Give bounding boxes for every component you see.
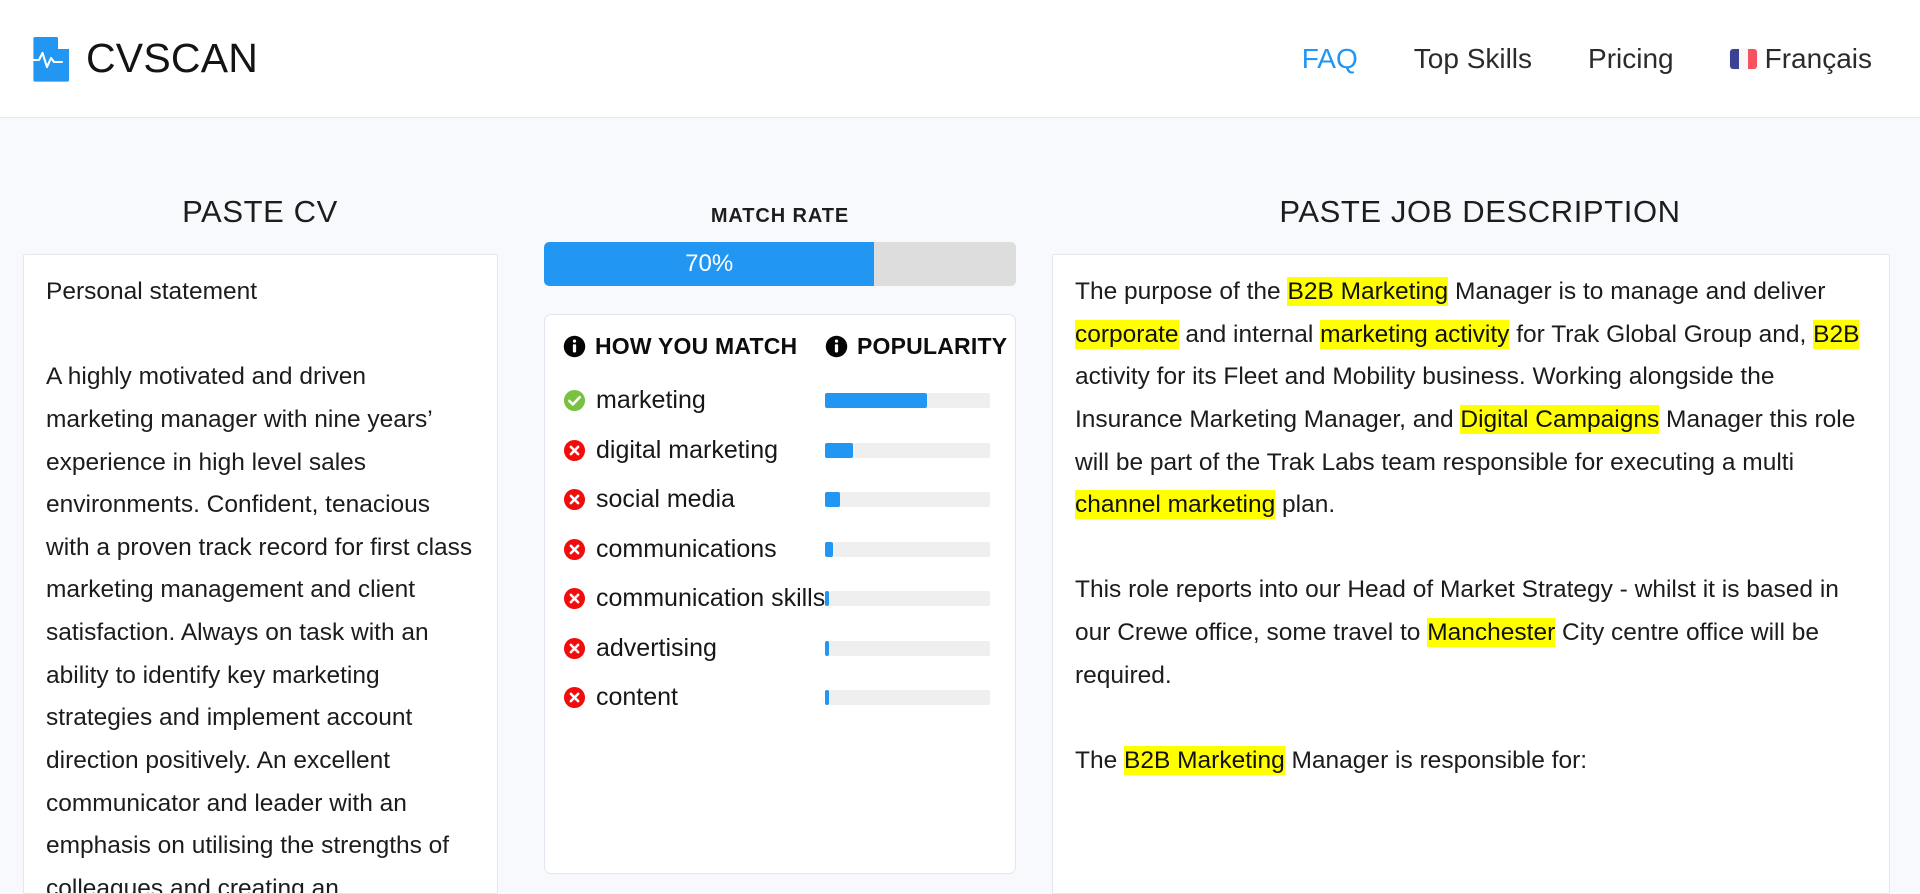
job-description-text: Manager is responsible for: [1284, 746, 1588, 774]
popularity-bar-fill [825, 492, 840, 508]
highlighted-keyword: B2B Marketing [1124, 745, 1285, 775]
flag-france-icon [1729, 48, 1757, 69]
check-circle-icon [563, 389, 586, 412]
popularity-bar [825, 442, 990, 458]
popularity-label: POPULARITY [857, 333, 1008, 359]
skill-label: marketing [596, 386, 706, 415]
skill-row: communications [545, 525, 1015, 575]
paste-job-description-title: PASTE JOB DESCRIPTION [1279, 194, 1681, 229]
popularity-bar [825, 690, 990, 706]
popularity-bar [825, 393, 990, 409]
how-you-match-header: HOW YOU MATCH [563, 333, 825, 360]
main-content: PASTE CV Personal statement A highly mot… [0, 118, 1920, 894]
match-rate-value: 70% [685, 250, 734, 277]
paste-job-description-column: PASTE JOB DESCRIPTION The purpose of the… [1040, 118, 1920, 894]
skill-row: digital marketing [545, 426, 1015, 476]
skill-name-cell: advertising [563, 634, 825, 663]
language-label: Français [1764, 42, 1872, 74]
skill-row: content [545, 673, 1015, 723]
popularity-bar [825, 640, 990, 656]
info-circle-icon[interactable] [563, 335, 586, 358]
skill-name-cell: content [563, 683, 825, 712]
job-description-text: Manager is to manage and deliver [1448, 278, 1826, 305]
popularity-bar [825, 492, 990, 508]
job-description-paragraph: The B2B Marketing Manager is responsible… [1075, 740, 1867, 783]
highlighted-keyword: B2B [1813, 319, 1860, 349]
paste-cv-column: PASTE CV Personal statement A highly mot… [0, 118, 520, 894]
cv-paragraph: Personal statement [46, 278, 258, 305]
match-rate-title: MATCH RATE [710, 205, 850, 227]
highlighted-keyword: marketing activity [1320, 319, 1510, 349]
highlighted-keyword: B2B Marketing [1287, 277, 1449, 306]
match-rate-progress-fill: 70% [544, 242, 875, 286]
skill-name-cell: social media [563, 485, 825, 514]
nav-link-top-skills[interactable]: Top Skills [1386, 44, 1560, 73]
skill-row: social media [545, 475, 1015, 525]
x-circle-icon [563, 538, 586, 561]
skill-name-cell: digital marketing [563, 436, 825, 465]
document-pulse-icon [32, 36, 72, 82]
info-circle-icon[interactable] [825, 335, 848, 358]
popularity-bar [825, 591, 991, 607]
x-circle-icon [563, 686, 586, 709]
top-navbar: CVSCAN FAQ Top Skills Pricing Français [0, 0, 1920, 118]
job-description-paragraph: The purpose of the B2B Marketing Manager… [1075, 271, 1867, 527]
paste-cv-title: PASTE CV [182, 194, 338, 229]
job-description-text: and internal [1178, 320, 1321, 348]
brand-logo-link[interactable]: CVSCAN [32, 36, 258, 82]
highlighted-keyword: Digital Campaigns [1460, 404, 1660, 434]
highlighted-keyword: channel marketing [1075, 490, 1276, 520]
popularity-header: POPULARITY [825, 333, 1007, 360]
language-switcher[interactable]: Français [1702, 42, 1872, 74]
skill-name-cell: marketing [563, 386, 825, 415]
job-description-text: The [1075, 746, 1125, 774]
job-description-text-area[interactable]: The purpose of the B2B Marketing Manager… [1052, 254, 1890, 894]
skill-row: marketing [545, 376, 1015, 426]
skill-label: communications [596, 534, 777, 563]
cv-paragraph: A highly motivated and driven marketing … [46, 363, 473, 894]
popularity-bar-fill [825, 640, 830, 656]
job-description-text: for Trak Global Group and, [1509, 320, 1814, 348]
popularity-bar [825, 541, 990, 557]
popularity-bar-fill [825, 690, 830, 706]
nav-links: FAQ Top Skills Pricing Français [1274, 42, 1872, 74]
popularity-bar-fill [825, 442, 854, 458]
highlighted-keyword: corporate [1075, 319, 1179, 349]
how-you-match-label: HOW YOU MATCH [595, 333, 798, 359]
x-circle-icon [563, 488, 586, 511]
skill-label: communication skills [596, 584, 826, 613]
popularity-bar-fill [825, 591, 830, 607]
skill-name-cell: communications [563, 535, 825, 564]
popularity-bar-fill [825, 393, 928, 409]
match-rate-column: MATCH RATE 70% HOW YOU MATCH POPULARITY … [520, 118, 1040, 874]
skill-name-cell: communication skills [563, 584, 825, 613]
skill-label: content [596, 683, 679, 712]
nav-link-faq[interactable]: FAQ [1274, 44, 1386, 73]
skill-label: advertising [596, 633, 717, 662]
skill-label: social media [596, 485, 735, 514]
highlighted-keyword: Manchester [1427, 618, 1556, 647]
match-card-header: HOW YOU MATCH POPULARITY [545, 333, 1015, 360]
brand-name: CVSCAN [86, 35, 259, 81]
x-circle-icon [563, 439, 586, 462]
skill-row: communication skills [545, 574, 1015, 624]
skill-label: digital marketing [596, 435, 779, 464]
how-you-match-card: HOW YOU MATCH POPULARITY marketing digita… [544, 314, 1016, 874]
job-description-paragraph: This role reports into our Head of Marke… [1075, 569, 1867, 697]
popularity-bar-fill [825, 541, 834, 557]
skill-row: advertising [545, 624, 1015, 674]
job-description-text: plan. [1275, 491, 1336, 519]
job-description-text: The purpose of the [1075, 278, 1288, 305]
x-circle-icon [563, 637, 586, 660]
match-rate-progress: 70% [544, 242, 1016, 286]
x-circle-icon [563, 587, 586, 610]
nav-link-pricing[interactable]: Pricing [1560, 44, 1702, 73]
skill-list: marketing digital marketing social media co… [545, 376, 1015, 723]
cv-text-area[interactable]: Personal statement A highly motivated an… [23, 254, 498, 894]
